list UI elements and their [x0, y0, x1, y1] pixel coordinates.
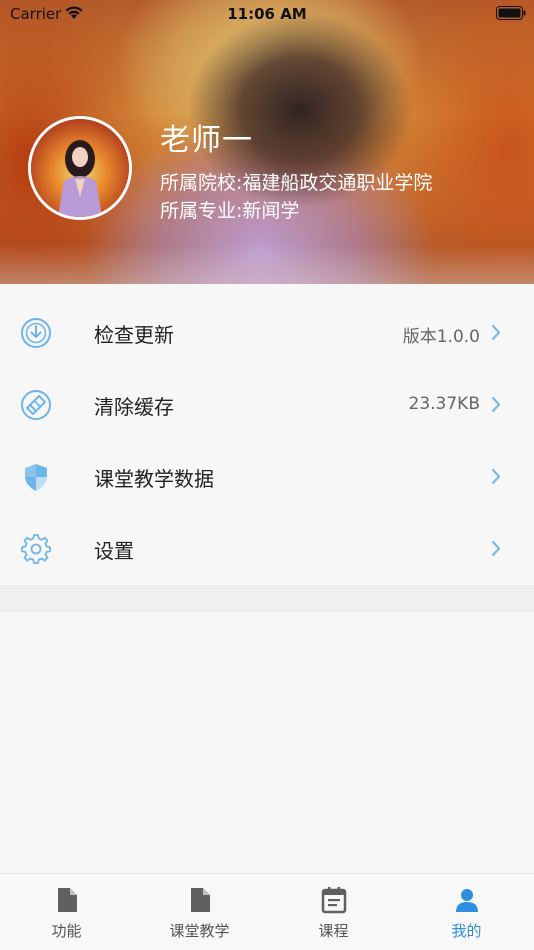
status-time: 11:06 AM [227, 5, 307, 23]
broom-icon [20, 389, 52, 421]
document-icon [53, 886, 81, 914]
menu-item-clear-cache[interactable]: 清除缓存 23.37KB [0, 369, 534, 441]
settings-menu: 检查更新 版本1.0.0 清除缓存 23.37KB 课堂教学数据 设置 [0, 297, 534, 585]
chevron-right-icon [491, 468, 501, 485]
tab-classroom-teaching[interactable]: 课堂教学 [133, 874, 266, 950]
gear-icon [20, 533, 52, 565]
header-fade [0, 244, 534, 284]
chevron-right-icon [491, 324, 501, 341]
person-icon [453, 886, 481, 914]
calendar-icon [320, 886, 348, 914]
menu-item-label: 设置 [94, 539, 134, 563]
battery-icon [496, 6, 526, 24]
menu-item-label: 课堂教学数据 [94, 467, 214, 491]
status-bar: Carrier 11:06 AM [0, 0, 534, 28]
tab-courses[interactable]: 课程 [267, 874, 400, 950]
document-icon [186, 886, 214, 914]
section-separator [0, 585, 534, 612]
version-value: 版本1.0.0 [402, 327, 480, 347]
download-circle-icon [20, 317, 52, 349]
tab-label: 课堂教学 [169, 922, 230, 940]
tab-functions[interactable]: 功能 [0, 874, 133, 950]
shield-icon [20, 461, 52, 493]
tab-label: 课程 [318, 922, 349, 940]
tab-label: 我的 [451, 922, 482, 940]
avatar[interactable] [28, 116, 132, 220]
cache-size-value: 23.37KB [408, 394, 480, 414]
tab-mine[interactable]: 我的 [400, 874, 533, 950]
chevron-right-icon [491, 540, 501, 557]
menu-item-settings[interactable]: 设置 [0, 513, 534, 585]
menu-item-check-update[interactable]: 检查更新 版本1.0.0 [0, 297, 534, 369]
menu-item-label: 清除缓存 [94, 395, 174, 419]
profile-major: 所属专业:新闻学 [160, 200, 300, 222]
profile-school: 所属院校:福建船政交通职业学院 [160, 172, 433, 194]
tab-bar: 功能 课堂教学 课程 我的 [0, 873, 534, 950]
menu-item-teaching-data[interactable]: 课堂教学数据 [0, 441, 534, 513]
tab-label: 功能 [51, 922, 82, 940]
menu-item-label: 检查更新 [94, 323, 174, 347]
profile-name: 老师一 [160, 123, 253, 158]
chevron-right-icon [491, 396, 501, 413]
